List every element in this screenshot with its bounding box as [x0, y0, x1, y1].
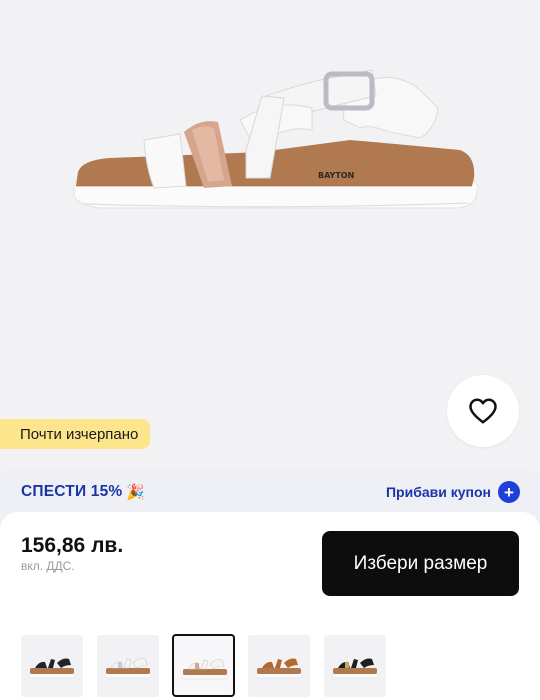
add-coupon-label: Прибави купон	[385, 484, 491, 500]
thumb-strap	[262, 658, 298, 668]
sandal-thumbnail	[331, 658, 379, 679]
stock-badge: Почти изчерпано	[0, 419, 151, 449]
thumb-strap	[110, 658, 148, 669]
favorite-button[interactable]	[447, 375, 519, 447]
party-popper-icon: 🎉	[126, 484, 146, 501]
thumb-strap	[338, 658, 374, 668]
plus-icon: +	[498, 481, 520, 503]
sandal-thumbnail	[181, 659, 229, 680]
sandal-thumbnail	[28, 658, 76, 679]
thumbnail-strip	[0, 622, 540, 700]
promo-title-text: СПЕСТИ 15%	[21, 483, 123, 500]
thumbnail-white-silver[interactable]	[97, 635, 159, 697]
purchase-panel: 156,86 лв. вкл. ДДС. Избери размер	[0, 512, 540, 622]
thumbnail-black[interactable]	[21, 635, 83, 697]
svg-text:BAYTON: BAYTON	[318, 171, 354, 180]
thumbnail-white-rose-gold[interactable]	[172, 634, 235, 697]
heart-icon	[469, 398, 497, 424]
add-coupon-button[interactable]: Прибави купон +	[386, 481, 520, 503]
stock-badge-label: Почти изчерпано	[20, 425, 139, 443]
select-size-button[interactable]: Избери размер	[322, 531, 519, 596]
price: 156,86 лв.	[21, 534, 124, 557]
thumbnail-cognac[interactable]	[248, 635, 310, 697]
thumb-strap	[35, 658, 71, 668]
thumb-strap	[187, 659, 225, 670]
promo-bar: СПЕСТИ 15% 🎉 Прибави купон +	[0, 468, 540, 516]
promo-title: СПЕСТИ 15% 🎉	[21, 483, 145, 501]
vat-note: вкл. ДДС.	[21, 559, 75, 573]
thumbnail-black-gold[interactable]	[324, 635, 386, 697]
sandal-thumbnail	[255, 658, 303, 679]
sandal-thumbnail	[104, 658, 152, 679]
